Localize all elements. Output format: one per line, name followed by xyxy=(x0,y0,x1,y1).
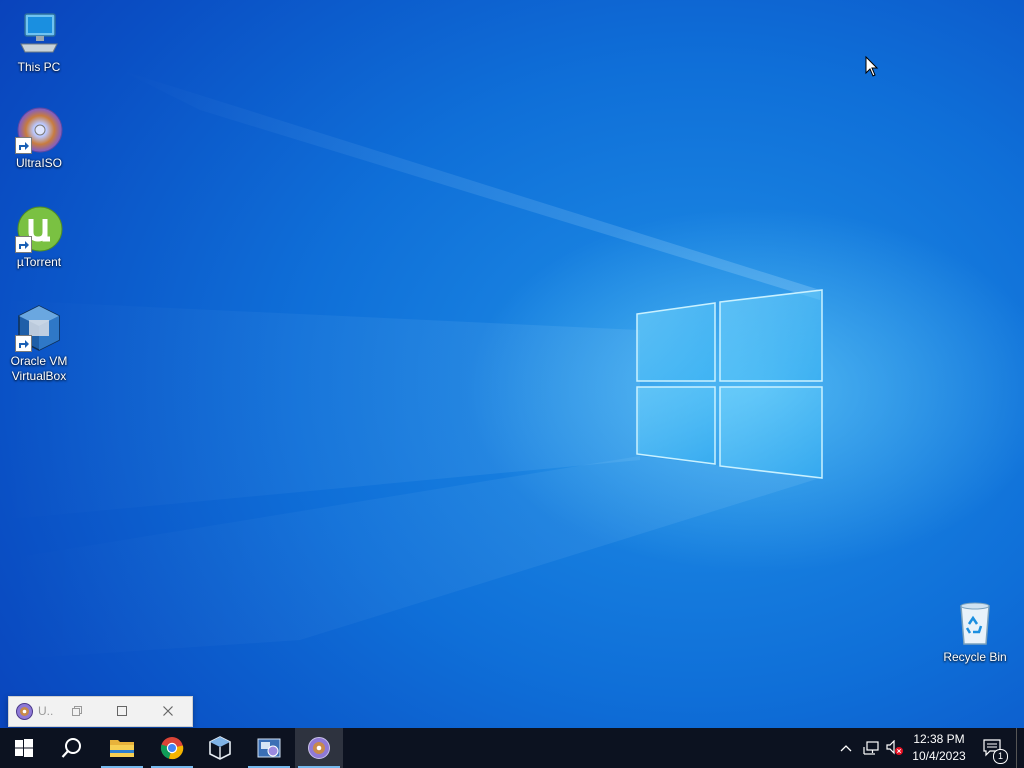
shortcut-arrow-icon xyxy=(15,137,32,154)
ultraiso-icon xyxy=(308,737,330,759)
show-desktop-button[interactable] xyxy=(1016,728,1024,768)
folder-icon xyxy=(110,740,134,757)
desktop-icon-label: This PC xyxy=(17,60,61,74)
shortcut-arrow-icon xyxy=(15,335,32,352)
search-icon xyxy=(61,738,81,758)
recycle-bin-icon xyxy=(951,600,999,648)
desktop-icon-this-pc[interactable]: This PC xyxy=(2,10,76,75)
chrome-icon xyxy=(160,737,184,760)
taskbar-virtualbox[interactable] xyxy=(196,728,244,768)
taskbar: 12:38 PM 10/4/2023 1 xyxy=(0,728,1024,768)
network-button[interactable] xyxy=(860,728,882,768)
utorrent-icon xyxy=(15,205,63,253)
desktop-icon-ultraiso[interactable]: UltraISO xyxy=(2,106,76,171)
ultraiso-icon xyxy=(16,703,33,720)
ultraiso-taskbar-icon xyxy=(257,738,281,758)
desktop-icon-recycle-bin[interactable]: Recycle Bin xyxy=(938,600,1012,665)
start-button[interactable] xyxy=(0,728,48,768)
clock[interactable]: 12:38 PM 10/4/2023 xyxy=(904,728,974,768)
desktop-icon-utorrent[interactable]: µTorrent xyxy=(2,205,76,270)
taskbar-window-preview[interactable]: U.. xyxy=(8,696,193,727)
restore-button[interactable] xyxy=(67,701,87,721)
ultraiso-icon xyxy=(15,106,63,154)
clock-date: 10/4/2023 xyxy=(912,749,966,763)
virtualbox-icon xyxy=(15,304,63,352)
windows-logo-wallpaper xyxy=(636,289,823,479)
action-center-button[interactable]: 1 xyxy=(978,728,1008,768)
windows-logo-icon xyxy=(15,739,33,757)
desktop-icon-label: Oracle VM xyxy=(10,354,68,368)
maximize-icon xyxy=(117,706,127,716)
clock-time: 12:38 PM xyxy=(913,732,965,746)
taskbar-ultraiso-running[interactable] xyxy=(295,728,343,768)
volume-muted-icon xyxy=(886,740,903,755)
taskbar-file-explorer[interactable] xyxy=(98,728,146,768)
taskbar-chrome[interactable] xyxy=(148,728,196,768)
virtualbox-icon xyxy=(209,736,231,760)
shortcut-arrow-icon xyxy=(15,236,32,253)
desktop-icon-label: VirtualBox xyxy=(11,369,67,383)
restore-icon xyxy=(72,706,82,716)
maximize-button[interactable] xyxy=(112,701,132,721)
preview-window-title: U.. xyxy=(38,704,54,718)
taskbar-ultraiso-app[interactable] xyxy=(245,728,293,768)
chevron-up-icon xyxy=(840,745,852,752)
this-pc-icon xyxy=(15,10,63,58)
search-button[interactable] xyxy=(48,728,96,768)
close-button[interactable] xyxy=(158,701,178,721)
volume-button[interactable] xyxy=(884,728,906,768)
desktop-icon-virtualbox[interactable]: Oracle VM VirtualBox xyxy=(2,304,76,384)
notification-count-badge: 1 xyxy=(993,749,1008,764)
desktop-icon-label: UltraISO xyxy=(15,156,62,170)
show-hidden-icons-button[interactable] xyxy=(836,728,856,768)
wallpaper xyxy=(0,55,879,660)
desktop: This PC UltraISO µTorrent Oracle VM Virt… xyxy=(0,0,1024,728)
mouse-cursor-icon xyxy=(865,55,879,77)
desktop-icon-label: Recycle Bin xyxy=(943,650,1007,664)
desktop-icon-label: µTorrent xyxy=(16,255,62,269)
network-icon xyxy=(863,741,879,755)
close-icon xyxy=(163,706,173,716)
